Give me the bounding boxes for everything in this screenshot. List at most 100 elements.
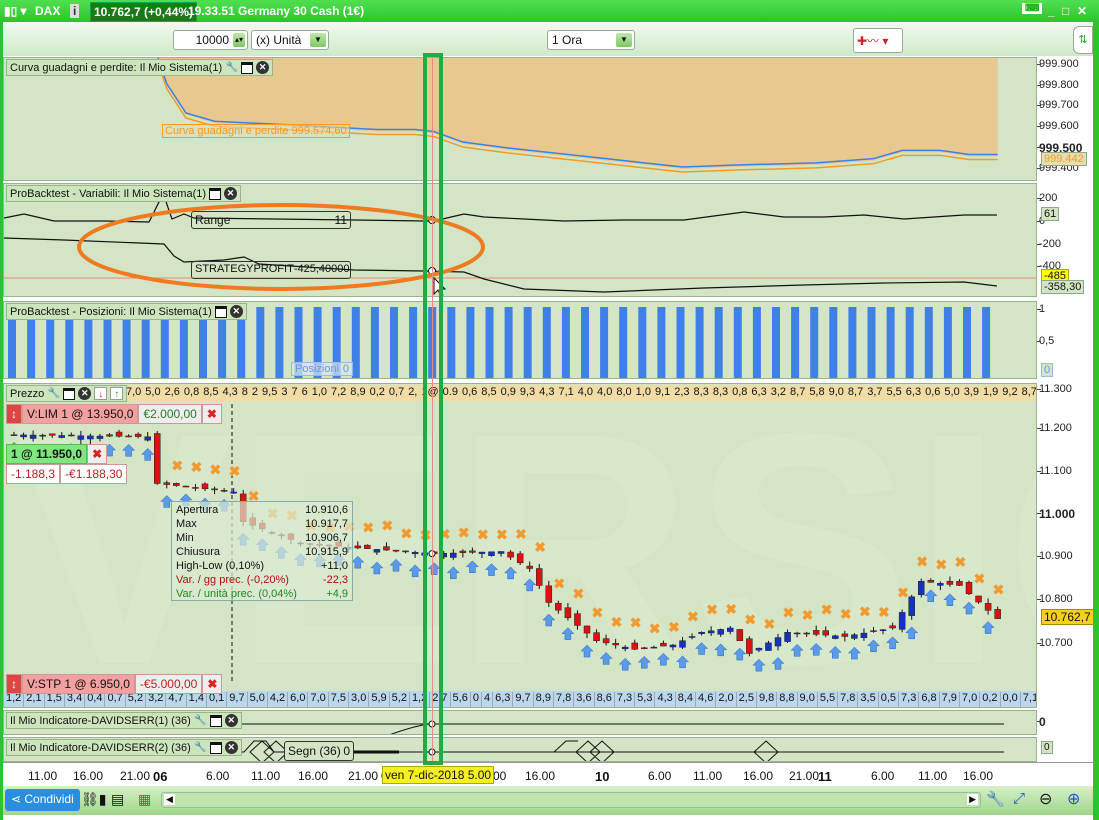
- position-bar: [523, 307, 532, 378]
- window-icon[interactable]: [63, 387, 76, 400]
- panel-header: Il Mio Indicatore-DAVIDSERR(1) (36) 🔧 ✕: [6, 712, 242, 729]
- candle: [650, 646, 658, 649]
- exit-cross-icon: ✖: [477, 527, 489, 543]
- pnl-points: -1.188,3: [6, 464, 61, 484]
- unit-select[interactable]: (x) Unità ▼: [251, 30, 329, 50]
- window-icon[interactable]: [209, 741, 222, 754]
- axis-tick: 999.700: [1037, 99, 1079, 111]
- panel-header: Curva guadagni e perdite: Il Mio Sistema…: [6, 59, 274, 76]
- time-axis-label: 16.00: [743, 769, 774, 783]
- wrench-icon[interactable]: 🔧: [225, 61, 238, 74]
- panel-title: ProBacktest - Posizioni: Il Mio Sistema(…: [10, 305, 212, 318]
- quantity-stepper[interactable]: 10000 ▴▾: [173, 30, 248, 50]
- chart-settings-icon[interactable]: 🔧: [986, 790, 1005, 808]
- list-icon[interactable]: ▤: [111, 791, 124, 808]
- candle: [536, 568, 543, 586]
- window-icon[interactable]: [214, 305, 227, 318]
- price-badge: 10.762,7 (+0,44%): [90, 2, 198, 22]
- time-axis: 11.0016.0021.00066.0011.0016.0021.0001.0…: [3, 762, 1093, 786]
- close-icon[interactable]: ✕: [224, 714, 238, 727]
- ohlc-value: 10.915,9: [305, 546, 348, 558]
- position-bar: [943, 307, 952, 378]
- panel-title: Prezzo: [10, 387, 45, 400]
- add-indicator-button[interactable]: ✚〰 ▾: [853, 28, 903, 53]
- close-icon[interactable]: ✕: [229, 305, 243, 318]
- chart-style-icon[interactable]: ⛓▮: [81, 791, 106, 808]
- exit-cross-icon: ✖: [859, 603, 871, 619]
- zoom-in-icon[interactable]: ⊕: [1067, 789, 1080, 809]
- cancel-order-icon[interactable]: ✖: [201, 404, 222, 424]
- keyboard-icon[interactable]: ⌨: [1022, 3, 1043, 14]
- candle: [583, 625, 591, 634]
- limit-order[interactable]: ↕ V:LIM 1 @ 13.950,0 €2.000,00 ✖: [6, 404, 222, 424]
- time-axis-label: 11.00: [251, 769, 281, 783]
- chart-type-icon[interactable]: ▮▯ ▾: [4, 4, 27, 18]
- share-button[interactable]: ⋖ Condividi: [5, 789, 80, 811]
- candle: [564, 607, 572, 619]
- side-panel-toggle-icon[interactable]: ⇅: [1073, 26, 1093, 54]
- scroll-right-icon[interactable]: ▶: [967, 794, 978, 805]
- candle: [889, 625, 896, 629]
- ohlc-label: Var. / gg prec. (-0,20%): [176, 574, 289, 586]
- candle: [373, 549, 381, 553]
- candle: [96, 435, 104, 439]
- buy-arrow-icon: [599, 652, 613, 665]
- time-axis-label: 16.00: [525, 769, 556, 783]
- position-bar: [561, 307, 570, 378]
- bottom-toolbar: ⋖ Condividi ⛓▮ ▤ ▦ ◀ ▶ 🔧 ⤢ ⊖ ⊕: [3, 786, 1093, 815]
- close-icon[interactable]: ✕: [224, 187, 238, 200]
- time-axis-label: 11.00: [918, 769, 948, 783]
- drag-handle-icon[interactable]: ↕: [6, 404, 22, 424]
- wrench-icon[interactable]: 🔧: [194, 714, 207, 727]
- window-icon[interactable]: [209, 714, 222, 727]
- position-bar: [695, 307, 704, 378]
- grid-icon[interactable]: ▦: [138, 791, 151, 808]
- exit-cross-icon: ✖: [496, 526, 508, 542]
- stepper-arrows-icon[interactable]: ▴▾: [233, 33, 245, 47]
- candle: [383, 546, 390, 551]
- sell-arrow-icon[interactable]: ↓: [94, 387, 108, 400]
- indicator2-panel: Il Mio Indicatore-DAVIDSERR(2) (36) 🔧 ✕ Se…: [3, 737, 1037, 762]
- drag-handle-icon[interactable]: ↕: [6, 674, 22, 694]
- close-position-icon[interactable]: ✖: [87, 444, 108, 464]
- buy-arrow-icon: [790, 643, 804, 657]
- info-icon[interactable]: i: [70, 4, 80, 18]
- cancel-order-icon[interactable]: ✖: [202, 674, 223, 694]
- timeframe-select[interactable]: 1 Ora ▼: [547, 30, 635, 50]
- panel-header: ProBacktest - Variabili: Il Mio Sistema(…: [6, 185, 242, 202]
- close-icon[interactable]: ✕: [256, 61, 270, 74]
- buy-arrow-icon: [141, 448, 155, 461]
- time-axis-label: 6.00: [206, 769, 230, 783]
- exit-cross-icon: ✖: [954, 554, 966, 570]
- window-icon[interactable]: [241, 61, 254, 74]
- auto-zoom-icon[interactable]: ⤢: [1013, 790, 1025, 807]
- strategyprofit-value: -425,40000: [293, 263, 350, 275]
- ohlc-value: 10.917,7: [305, 518, 348, 530]
- scroll-left-icon[interactable]: ◀: [164, 794, 175, 805]
- position-order[interactable]: 1 @ 11.950,0 ✖: [6, 444, 108, 464]
- ohlc-row: Apertura 10.910,6: [176, 504, 348, 518]
- highlight-box: [423, 53, 443, 765]
- stop-order[interactable]: ↕ V:STP 1 @ 6.950,0 -€5.000,00 ✖: [6, 674, 223, 694]
- close-icon[interactable]: ✕: [78, 387, 92, 400]
- candle: [555, 602, 562, 611]
- close-icon[interactable]: ✕: [224, 741, 238, 754]
- instrument-name[interactable]: DAX: [35, 4, 60, 18]
- close-button[interactable]: ✕: [1077, 4, 1087, 18]
- wrench-icon[interactable]: 🔧: [47, 387, 60, 400]
- candle: [975, 595, 982, 603]
- buy-arrow-icon[interactable]: ↑: [110, 387, 124, 400]
- panel-title: ProBacktest - Variabili: Il Mio Sistema(…: [10, 187, 207, 200]
- window-icon[interactable]: [209, 187, 222, 200]
- horizontal-scrollbar[interactable]: ◀ ▶: [161, 792, 981, 808]
- candle: [68, 434, 75, 437]
- maximize-button[interactable]: □: [1062, 4, 1069, 18]
- zoom-out-icon[interactable]: ⊖: [1039, 789, 1052, 809]
- ohlc-label: Apertura: [176, 504, 219, 516]
- exit-cross-icon: ✖: [229, 463, 241, 479]
- wrench-icon[interactable]: 🔧: [194, 741, 207, 754]
- minimize-button[interactable]: _: [1048, 4, 1055, 18]
- position-bar: [351, 307, 360, 378]
- position-bar: [867, 307, 876, 378]
- position-bar: [542, 307, 551, 378]
